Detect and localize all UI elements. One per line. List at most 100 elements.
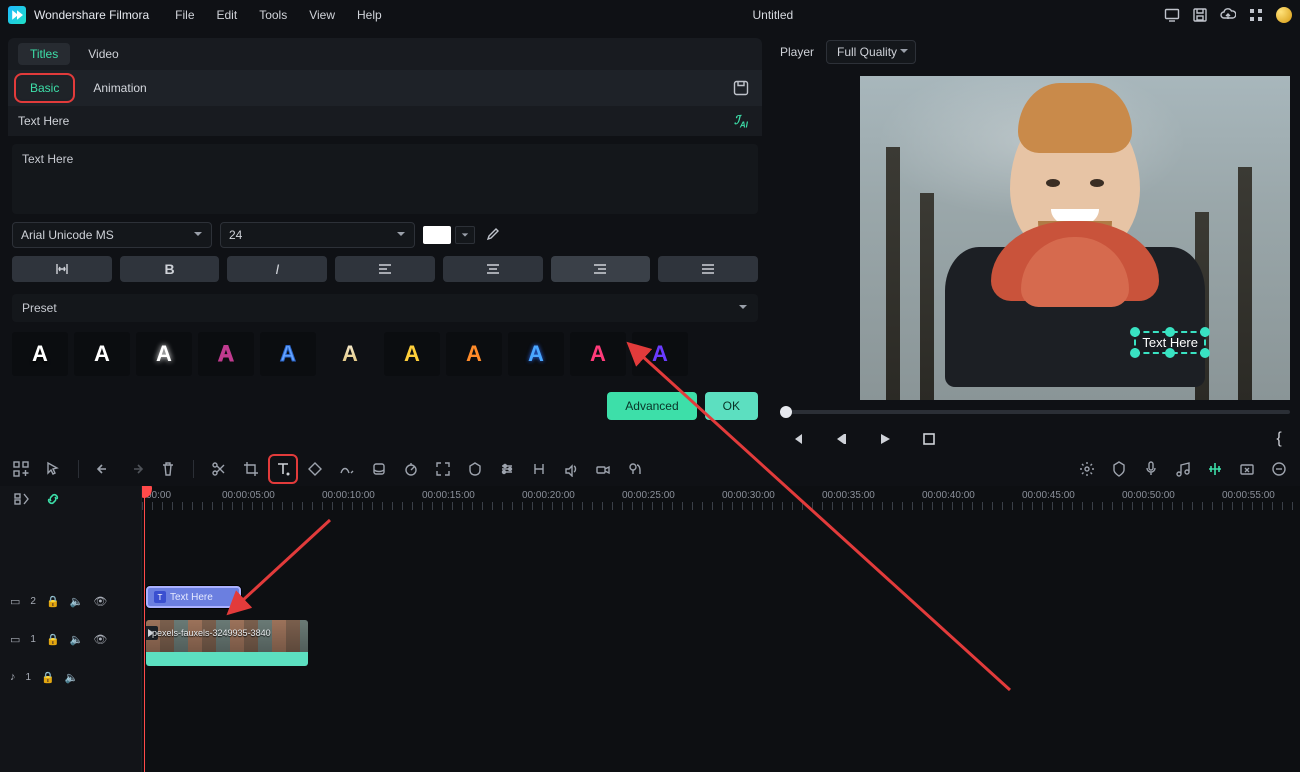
menu-file[interactable]: File <box>175 8 194 22</box>
align-left-button[interactable] <box>335 256 435 282</box>
audio-mixer-icon[interactable] <box>1204 458 1226 480</box>
preset-thumb[interactable]: A <box>136 332 192 376</box>
preset-thumb[interactable]: A <box>446 332 502 376</box>
scrub-handle[interactable] <box>780 406 792 418</box>
audio-detach-icon[interactable] <box>560 458 582 480</box>
preset-thumb[interactable]: A <box>632 332 688 376</box>
time-ruler[interactable]: 00:00 00:00:05:00 00:00:10:00 00:00:15:0… <box>142 486 1300 512</box>
lock-icon[interactable]: 🔒 <box>41 671 55 684</box>
subtab-basic[interactable]: Basic <box>18 77 71 99</box>
mute-icon[interactable]: 🔈 <box>70 633 84 646</box>
save-icon[interactable] <box>1192 7 1208 23</box>
zoom-out-icon[interactable] <box>1268 458 1290 480</box>
cloud-upload-icon[interactable] <box>1220 7 1236 23</box>
char-spacing-button[interactable] <box>12 256 112 282</box>
lock-icon[interactable]: 🔒 <box>46 595 60 608</box>
subtab-animation[interactable]: Animation <box>81 77 158 99</box>
mute-icon[interactable]: 🔈 <box>65 671 79 684</box>
menu-tools[interactable]: Tools <box>259 8 287 22</box>
redo-icon[interactable] <box>125 458 147 480</box>
advanced-button[interactable]: Advanced <box>607 392 696 420</box>
menu-edit[interactable]: Edit <box>217 8 238 22</box>
menu-help[interactable]: Help <box>357 8 382 22</box>
speed-ramp-icon[interactable] <box>336 458 358 480</box>
undo-icon[interactable] <box>93 458 115 480</box>
align-justify-button[interactable] <box>658 256 758 282</box>
eyedropper-icon[interactable] <box>483 226 501 244</box>
lock-icon[interactable]: 🔒 <box>46 633 60 646</box>
align-right-button[interactable] <box>551 256 651 282</box>
music-icon[interactable] <box>1172 458 1194 480</box>
visibility-icon[interactable]: 👁 <box>93 595 107 608</box>
preset-thumb[interactable]: A <box>508 332 564 376</box>
mic-icon[interactable] <box>1140 458 1162 480</box>
title-overlay[interactable]: Text Here <box>1134 331 1206 354</box>
preset-select[interactable]: Preset <box>12 294 758 322</box>
keyframe-icon[interactable] <box>304 458 326 480</box>
ok-button[interactable]: OK <box>705 392 758 420</box>
preset-thumb[interactable]: A <box>384 332 440 376</box>
gear-icon[interactable] <box>1076 458 1098 480</box>
preset-label: Preset <box>22 301 57 315</box>
color-dropdown[interactable] <box>455 226 475 244</box>
preset-thumb[interactable]: A <box>74 332 130 376</box>
text-color-picker[interactable] <box>423 226 475 244</box>
menu-view[interactable]: View <box>309 8 335 22</box>
monitor-icon[interactable] <box>1164 7 1180 23</box>
add-media-icon[interactable] <box>10 458 32 480</box>
bold-button[interactable]: B <box>120 256 220 282</box>
stop-button[interactable] <box>918 428 940 450</box>
video-clip[interactable]: pexels-fauxels-3249935-3840 <box>146 620 308 666</box>
player-label: Player <box>780 45 814 59</box>
marker-outline-icon[interactable] <box>1108 458 1130 480</box>
save-preset-icon[interactable] <box>730 77 752 99</box>
preset-thumb[interactable]: A <box>322 332 378 376</box>
crop-icon[interactable] <box>240 458 262 480</box>
italic-button[interactable]: I <box>227 256 327 282</box>
preset-thumb[interactable]: A <box>260 332 316 376</box>
tab-titles[interactable]: Titles <box>18 43 70 65</box>
step-back-button[interactable] <box>830 428 852 450</box>
mask-icon[interactable] <box>464 458 486 480</box>
preset-thumb[interactable]: A <box>570 332 626 376</box>
visibility-icon[interactable]: 👁 <box>93 633 107 646</box>
color-tool-icon[interactable] <box>368 458 390 480</box>
font-family-select[interactable]: Arial Unicode MS <box>12 222 212 248</box>
video-track-header[interactable]: ▭1 🔒 🔈 👁 <box>0 620 141 658</box>
track-motion-icon[interactable] <box>528 458 550 480</box>
text-tool-icon[interactable] <box>272 458 294 480</box>
tracks-area[interactable]: 00:00 00:00:05:00 00:00:10:00 00:00:15:0… <box>142 486 1300 772</box>
title-track-header[interactable] <box>0 512 141 582</box>
title-track-header[interactable]: ▭2 🔒 🔈 👁 <box>0 582 141 620</box>
add-track-icon[interactable] <box>10 488 32 510</box>
title-text-input[interactable]: Text Here <box>12 144 758 214</box>
mute-icon[interactable]: 🔈 <box>70 595 84 608</box>
audio-track-header[interactable]: ♪1 🔒 🔈 <box>0 658 141 696</box>
align-center-button[interactable] <box>443 256 543 282</box>
link-icon[interactable] <box>42 488 64 510</box>
crop-zoom-icon[interactable] <box>432 458 454 480</box>
render-icon[interactable] <box>592 458 614 480</box>
preset-thumb[interactable]: A <box>198 332 254 376</box>
ruler-tick: 00:00:35:00 <box>822 490 875 501</box>
quality-select[interactable]: Full Quality <box>826 40 916 64</box>
scrub-bar[interactable] <box>780 410 1290 414</box>
preset-thumb[interactable]: A <box>12 332 68 376</box>
preview-settings-icon[interactable]: { <box>1268 428 1290 450</box>
play-button[interactable] <box>874 428 896 450</box>
voice-icon[interactable] <box>624 458 646 480</box>
title-clip[interactable]: T Text Here <box>146 586 241 608</box>
delete-icon[interactable] <box>157 458 179 480</box>
ai-magic-icon[interactable]: ℐAI <box>730 110 752 132</box>
apps-grid-icon[interactable] <box>1248 7 1264 23</box>
pointer-tool-icon[interactable] <box>42 458 64 480</box>
font-size-select[interactable]: 24 <box>220 222 415 248</box>
split-icon[interactable] <box>208 458 230 480</box>
prev-frame-button[interactable] <box>786 428 808 450</box>
coins-icon[interactable] <box>1276 7 1292 23</box>
speed-icon[interactable] <box>400 458 422 480</box>
adjust-icon[interactable] <box>496 458 518 480</box>
preview-viewport[interactable]: Text Here <box>780 76 1290 400</box>
tab-video[interactable]: Video <box>76 43 130 65</box>
snapshot-icon[interactable] <box>1236 458 1258 480</box>
